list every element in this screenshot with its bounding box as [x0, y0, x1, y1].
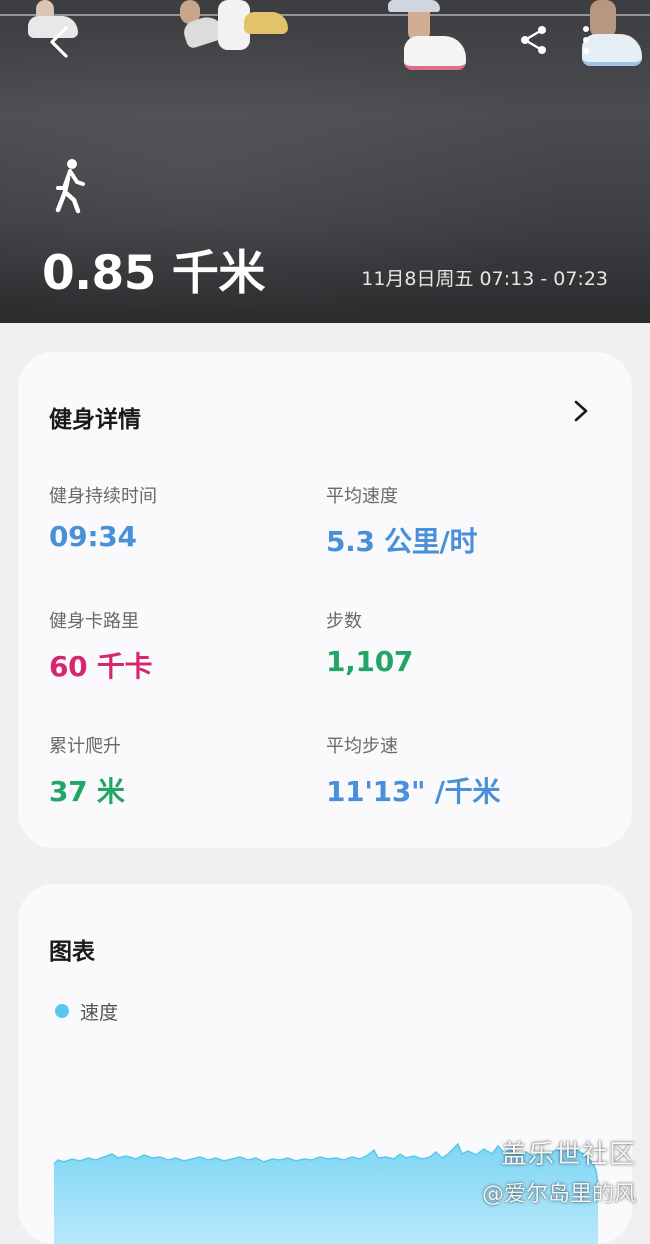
share-button[interactable] [518, 24, 550, 56]
walking-person-icon [55, 159, 85, 214]
more-vertical-icon [583, 26, 589, 54]
stat-value: 60 千卡 [49, 650, 153, 683]
total-distance: 0.85 千米 [42, 246, 265, 301]
stat-label: 健身卡路里 [49, 611, 139, 632]
stat-label: 平均速度 [326, 486, 398, 507]
stat-elevation-gain: 累计爬升 37 米 [49, 732, 319, 810]
watermark-author: @爱尔岛里的风 [481, 1182, 636, 1207]
stat-value: 11'13" /千米 [326, 775, 501, 808]
stat-value: 1,107 [326, 645, 414, 678]
stat-steps: 步数 1,107 [326, 607, 596, 678]
runner-shoe [244, 12, 288, 34]
runner-shoe [388, 0, 440, 12]
lane-line [0, 14, 650, 16]
workout-details-card[interactable]: 健身详情 健身持续时间 09:34 平均速度 5.3 公里/时 健身卡路里 60… [18, 352, 632, 848]
stat-value: 37 米 [49, 775, 125, 808]
stat-avg-speed: 平均速度 5.3 公里/时 [326, 482, 596, 560]
stat-label: 累计爬升 [49, 736, 121, 757]
workout-datetime: 11月8日周五 07:13 - 07:23 [361, 268, 608, 290]
back-arrow-icon [50, 26, 68, 58]
hero-header: 0.85 千米 11月8日周五 07:13 - 07:23 [0, 0, 650, 323]
chart-title: 图表 [49, 939, 95, 965]
stat-avg-pace: 平均步速 11'13" /千米 [326, 732, 596, 810]
more-options-button[interactable] [576, 24, 596, 56]
back-button[interactable] [44, 24, 76, 60]
stat-calories: 健身卡路里 60 千卡 [49, 607, 319, 685]
share-icon [521, 26, 546, 54]
chevron-right-icon[interactable] [572, 400, 590, 422]
stat-label: 步数 [326, 611, 362, 632]
stat-label: 健身持续时间 [49, 486, 157, 507]
stat-label: 平均步速 [326, 736, 398, 757]
stat-value: 09:34 [49, 520, 137, 553]
stat-value: 5.3 公里/时 [326, 525, 478, 558]
stat-duration: 健身持续时间 09:34 [49, 482, 319, 553]
details-title: 健身详情 [49, 407, 141, 433]
runner-shoe [404, 36, 466, 70]
legend-dot [55, 1004, 69, 1018]
watermark-community: 盖乐世社区 [500, 1140, 636, 1170]
legend-label-speed: 速度 [80, 1002, 119, 1024]
